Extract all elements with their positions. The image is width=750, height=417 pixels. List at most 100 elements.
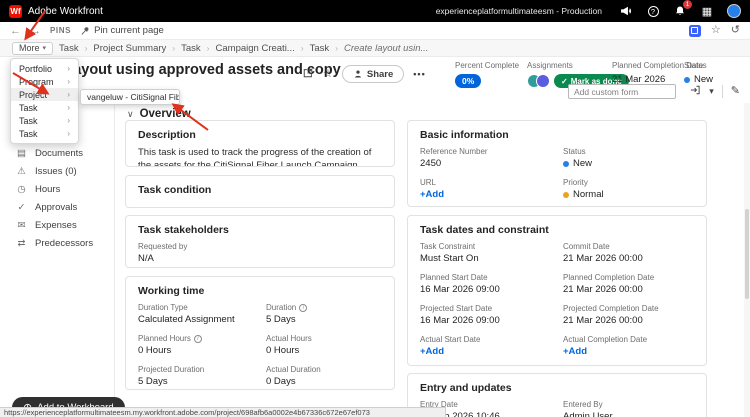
star-icon[interactable]: ☆: [323, 69, 333, 80]
title-actions: ☆ Share •••: [302, 65, 426, 83]
project-flyout-item[interactable]: vangeluw - CitiSignal Fiber L...: [80, 89, 180, 105]
breadcrumb-item[interactable]: Task: [310, 43, 330, 54]
info-icon: i: [299, 304, 307, 312]
expenses-icon: ✉: [16, 220, 27, 231]
history-icon[interactable]: ↺: [731, 25, 740, 36]
submenu-chevron-icon: ›: [67, 103, 70, 112]
add-condition-link[interactable]: +Add: [138, 207, 162, 208]
card-title: Task condition: [138, 184, 382, 196]
user-avatar[interactable]: [727, 4, 741, 18]
chevron-down-icon[interactable]: ▾: [709, 87, 714, 96]
share-button[interactable]: Share: [342, 65, 404, 83]
megaphone-icon[interactable]: [619, 4, 633, 18]
description-text: This task is used to track the progress …: [138, 147, 382, 167]
sidebar-item-documents[interactable]: ▤ Documents: [0, 144, 114, 162]
field-task-constraint: Task Constraint Must Start On: [420, 242, 551, 264]
submenu-chevron-icon: ›: [67, 129, 70, 138]
more-options-button[interactable]: •••: [413, 69, 425, 79]
field-requested-by: Requested by N/A: [138, 242, 382, 264]
menu-item-task[interactable]: Task›: [11, 127, 78, 140]
sidebar-item-issues[interactable]: ⚠ Issues (0): [0, 162, 114, 180]
task-dates-card: Task dates and constraint Task Constrain…: [407, 215, 707, 366]
card-title: Basic information: [420, 129, 694, 141]
chevron-down-icon: ▾: [43, 44, 47, 52]
share-link-icon[interactable]: [302, 67, 314, 82]
menu-item-task[interactable]: Task›: [11, 101, 78, 114]
breadcrumb-item[interactable]: Task: [59, 43, 79, 54]
back-icon[interactable]: ←: [10, 25, 21, 37]
field-projected-start: Projected Start Date 16 Mar 2026 09:00: [420, 304, 551, 326]
breadcrumb-item[interactable]: Campaign Creati...: [216, 43, 295, 54]
detail-toolbar: ▾ ✎: [689, 84, 740, 99]
sidebar-item-approvals[interactable]: ✓ Approvals: [0, 198, 114, 216]
notification-badge: 1: [683, 0, 692, 9]
card-title: Task stakeholders: [138, 224, 382, 236]
add-actual-start-link[interactable]: +Add: [420, 346, 444, 357]
entry-updates-card: Entry and updates Entry Date 10 Feb 2026…: [407, 373, 707, 417]
menu-item-portfolio[interactable]: Portfolio›: [11, 62, 78, 75]
approvals-icon: ✓: [16, 202, 27, 213]
guides-icon[interactable]: [689, 25, 701, 37]
field-actual-hours: Actual Hours 0 Hours: [266, 334, 382, 356]
app-grid-icon[interactable]: ▦: [700, 4, 714, 18]
field-planned-start: Planned Start Date 16 Mar 2026 09:00: [420, 273, 551, 295]
task-condition-card: Task condition +Add: [125, 175, 395, 208]
sidebar-item-expenses[interactable]: ✉ Expenses: [0, 216, 114, 234]
pin-current-page-button[interactable]: Pin current page: [80, 25, 164, 36]
breadcrumb-current[interactable]: Create layout usin...: [344, 43, 429, 54]
breadcrumb-more-menu: Portfolio› Program› Project› Task› Task›…: [10, 58, 79, 144]
forward-icon[interactable]: →: [30, 25, 41, 37]
menu-item-task[interactable]: Task›: [11, 114, 78, 127]
breadcrumb-item[interactable]: Project Summary: [93, 43, 166, 54]
field-url: URL +Add: [420, 178, 551, 200]
hours-icon: ◷: [16, 184, 27, 195]
card-title: Working time: [138, 285, 382, 297]
breadcrumb-more-button[interactable]: More ▾: [12, 42, 53, 55]
percent-complete-badge: 0%: [455, 74, 481, 88]
pin-icon: [80, 26, 90, 36]
overview-content: ∨ Overview Description This task is used…: [115, 103, 750, 417]
documents-icon: ▤: [16, 148, 27, 159]
pinsbar-right: ☆ ↺: [689, 25, 740, 37]
bell-icon[interactable]: 1: [673, 4, 687, 18]
help-icon[interactable]: ?: [646, 4, 660, 18]
pins-bar: ← → PINS Pin current page ☆ ↺: [0, 22, 750, 40]
workfront-app: Wf Adobe Workfront experienceplatformult…: [0, 0, 750, 417]
collapse-chevron-icon: ∨: [127, 109, 134, 120]
export-icon[interactable]: [689, 84, 701, 99]
assignee-avatar[interactable]: [536, 74, 550, 88]
field-entered-by: Entered By Admin User: [563, 400, 694, 417]
favorite-star-icon[interactable]: ☆: [711, 25, 721, 36]
breadcrumb-item[interactable]: Task: [181, 43, 201, 54]
field-priority: Priority Normal: [563, 178, 694, 200]
overview-section-header[interactable]: ∨ Overview: [127, 108, 191, 120]
breadcrumb-separator-icon: ›: [172, 43, 175, 53]
field-planned-completion: Planned Completion Date 21 Mar 2026 00:0…: [563, 273, 694, 295]
add-custom-form-input[interactable]: [568, 84, 676, 99]
add-url-link[interactable]: +Add: [420, 189, 444, 200]
field-duration-type: Duration Type Calculated Assignment: [138, 303, 254, 325]
menu-item-project[interactable]: Project›: [11, 88, 78, 101]
scrollbar-thumb[interactable]: [745, 209, 749, 299]
sidebar-item-hours[interactable]: ◷ Hours: [0, 180, 114, 198]
field-status: Status New: [563, 147, 694, 169]
breadcrumb-separator-icon: ›: [207, 43, 210, 53]
field-projected-duration: Projected Duration 5 Days: [138, 365, 254, 387]
add-actual-completion-link[interactable]: +Add: [563, 346, 587, 357]
card-title: Task dates and constraint: [420, 224, 694, 236]
card-title: Entry and updates: [420, 382, 694, 394]
menu-item-program[interactable]: Program›: [11, 75, 78, 88]
priority-dot: [563, 192, 569, 198]
person-icon: [353, 69, 363, 79]
pins-label: PINS: [50, 26, 71, 35]
topbar-right: experienceplatformultimateesm - Producti…: [436, 4, 741, 18]
submenu-chevron-icon: ›: [67, 77, 70, 86]
status-dot: [563, 161, 569, 167]
percent-complete: Percent Complete 0%: [455, 61, 519, 88]
edit-pencil-icon[interactable]: ✎: [731, 86, 740, 97]
scrollbar: [744, 103, 750, 417]
card-title: Description: [138, 129, 382, 141]
field-actual-duration: Actual Duration 0 Days: [266, 365, 382, 387]
adobe-workfront-logo-icon: Wf: [9, 5, 22, 18]
sidebar-item-predecessors[interactable]: ⇄ Predecessors: [0, 234, 114, 252]
